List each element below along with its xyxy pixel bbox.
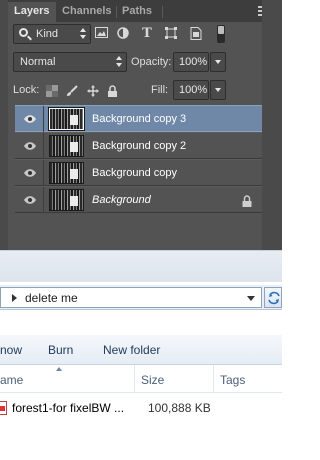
opacity-field[interactable]: 100% (173, 52, 209, 72)
refresh-button[interactable] (264, 287, 282, 308)
opacity-label: Opacity: (131, 56, 172, 68)
layers-panel-body: Kind T Normal Opacity: 100% Lock: Fill: … (8, 22, 262, 250)
column-divider[interactable] (134, 365, 135, 393)
visibility-eye-icon[interactable] (15, 106, 44, 132)
tab-channels[interactable]: Channels (56, 2, 116, 22)
file-name: forest1-for fixelBW ... (12, 401, 125, 415)
refresh-icon (268, 291, 280, 305)
visibility-eye-icon[interactable] (15, 187, 44, 213)
column-header-name[interactable]: ame (0, 373, 23, 387)
layer-row[interactable]: Background copy (15, 159, 262, 186)
lock-all-icon[interactable] (107, 84, 119, 97)
pixel-filter-icon[interactable] (94, 27, 108, 40)
toolbar-item-new-folder[interactable]: New folder (103, 343, 160, 357)
adjustment-filter-icon[interactable] (116, 27, 130, 40)
smart-object-filter-icon[interactable] (189, 27, 203, 40)
layer-lock-icon (242, 194, 254, 207)
command-toolbar: now Burn New folder (0, 335, 282, 365)
layer-thumbnail (49, 189, 84, 211)
search-icon (19, 28, 28, 37)
stepper-arrows-icon (80, 28, 86, 40)
layer-row[interactable]: Background copy 3 (15, 105, 262, 132)
layers-list: Background copy 3 Background copy 2 Back… (15, 105, 262, 215)
type-filter-icon[interactable]: T (140, 27, 154, 40)
filter-toggle-switch[interactable] (217, 25, 225, 43)
window-frame-band (0, 250, 282, 282)
fill-label: Fill: (151, 84, 169, 96)
lock-image-pixels-icon[interactable] (66, 84, 78, 96)
shape-filter-icon[interactable] (164, 27, 178, 40)
opacity-dropdown-button[interactable] (210, 52, 226, 72)
address-bar: delete me (0, 285, 282, 310)
layer-row[interactable]: Background (15, 186, 262, 213)
column-header-tags[interactable]: Tags (220, 373, 245, 387)
layer-name: Background copy 2 (92, 140, 187, 152)
fill-dropdown-button[interactable] (210, 80, 226, 100)
visibility-eye-icon[interactable] (15, 133, 44, 159)
pdf-file-icon (0, 401, 7, 415)
column-header-row: ame Size Tags (0, 365, 282, 393)
lock-transparent-pixels-icon[interactable] (46, 84, 58, 97)
address-box[interactable]: delete me (0, 287, 262, 308)
tab-paths[interactable]: Paths (116, 2, 162, 22)
fill-field[interactable]: 100% (173, 80, 209, 100)
blend-mode-label: Normal (20, 56, 56, 68)
toolbar-item-burn[interactable]: Burn (48, 343, 73, 357)
column-divider[interactable] (213, 365, 214, 393)
layer-row[interactable]: Background copy 2 (15, 132, 262, 159)
layer-name: Background copy 3 (92, 113, 187, 125)
file-list-item[interactable]: forest1-for fixelBW ... 100,888 KB (0, 397, 282, 419)
layer-name: Background copy (92, 167, 177, 179)
blend-mode-select[interactable]: Normal (13, 52, 127, 72)
panel-menu-icon[interactable] (258, 4, 272, 16)
panel-tab-bar: Layers Channels Paths (8, 0, 280, 22)
column-header-size[interactable]: Size (141, 373, 164, 387)
tab-layers[interactable]: Layers (8, 2, 56, 22)
layer-thumbnail (49, 162, 84, 184)
breadcrumb-arrow-icon[interactable] (12, 294, 17, 302)
layer-thumbnail (49, 135, 84, 157)
lock-position-icon[interactable] (87, 84, 99, 97)
stepper-arrows-icon (116, 56, 122, 68)
sort-ascending-icon (56, 367, 62, 371)
filter-kind-label: Kind (36, 28, 59, 40)
file-size: 100,888 KB (148, 401, 211, 415)
visibility-eye-icon[interactable] (15, 160, 44, 186)
address-dropdown-icon[interactable] (247, 296, 255, 301)
layer-thumbnail (48, 107, 85, 131)
filter-kind-select[interactable]: Kind (13, 24, 91, 44)
address-text: delete me (25, 291, 78, 305)
layers-panel: Layers Channels Paths Kind T Normal Opac… (0, 0, 282, 250)
toolbar-item-show[interactable]: now (0, 343, 22, 357)
layer-name: Background (92, 194, 151, 206)
lock-label: Lock: (13, 84, 40, 96)
tab-divider (162, 6, 163, 18)
